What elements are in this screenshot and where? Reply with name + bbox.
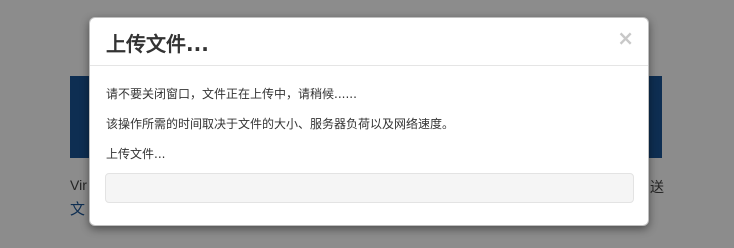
upload-dialog: 上传文件... × 请不要关闭窗口，文件正在上传中，请稍候...... 该操作所… [89,17,649,226]
dialog-header: 上传文件... × [90,18,648,66]
close-button[interactable]: × [617,28,634,48]
wait-message: 请不要关闭窗口，文件正在上传中，请稍候...... [106,87,357,101]
upload-progress-bar [105,173,634,203]
upload-status-label: 上传文件... [106,147,166,161]
time-note: 该操作所需的时间取决于文件的大小、服务器负荷以及网络速度。 [106,117,455,131]
dialog-title: 上传文件... [106,32,209,56]
